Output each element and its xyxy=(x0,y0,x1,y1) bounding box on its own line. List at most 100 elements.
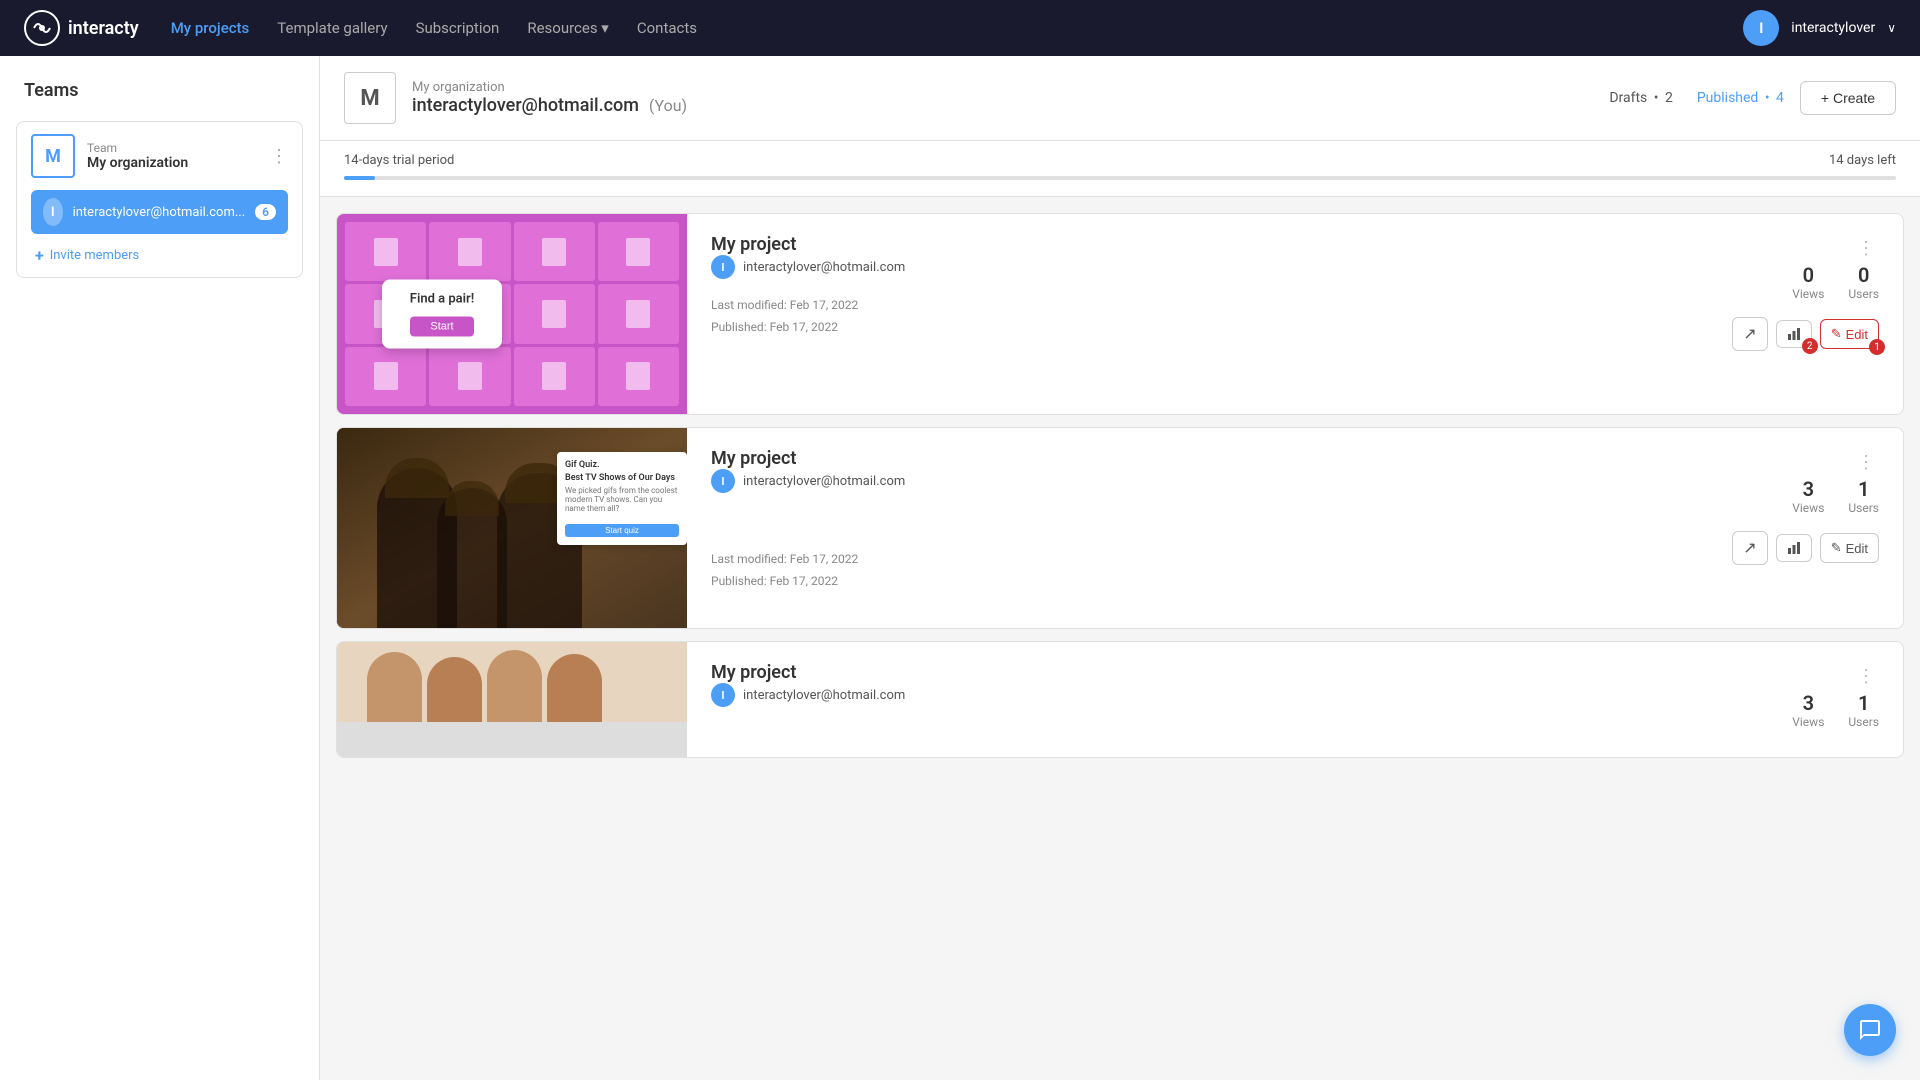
project-title: My project xyxy=(711,662,1792,683)
analytics-button[interactable] xyxy=(1776,534,1812,562)
find-pair-start-button[interactable]: Start xyxy=(410,317,473,337)
project-owner: I interactylover@hotmail.com xyxy=(711,683,1792,707)
last-modified: Last modified: Feb 17, 2022 xyxy=(711,295,1732,317)
published-label: Published xyxy=(1697,90,1758,106)
match-cell xyxy=(514,284,595,343)
owner-email: interactylover@hotmail.com xyxy=(743,688,905,703)
project-card: My project I interactylover@hotmail.com … xyxy=(336,641,1904,758)
views-stat: 3 Views xyxy=(1792,477,1824,515)
gif-quiz-desc: We picked gifs from the coolest modern T… xyxy=(565,486,679,513)
match-game-thumbnail: Find a pair! Start xyxy=(337,214,687,414)
views-value: 3 xyxy=(1792,691,1824,715)
owner-avatar: I xyxy=(711,683,735,707)
project-right: ⋮ 0 Views 0 Users xyxy=(1732,234,1879,351)
nav-template-gallery[interactable]: Template gallery xyxy=(277,19,387,37)
owner-avatar: I xyxy=(711,255,735,279)
team-card: M Team My organization ⋮ I interactylove… xyxy=(16,121,303,278)
project-details: My project I interactylover@hotmail.com … xyxy=(711,234,1732,338)
users-label: Users xyxy=(1848,287,1879,301)
warrior-thumbnail: Gif Quiz. Best TV Shows of Our Days We p… xyxy=(337,428,687,628)
project-actions: ↗ ✎ Edit xyxy=(1732,531,1879,565)
member-row[interactable]: I interactylover@hotmail.com... 6 xyxy=(31,190,288,234)
project-actions: ↗ 2 ✎ Edit xyxy=(1732,317,1879,351)
owner-email: interactylover@hotmail.com xyxy=(743,260,905,275)
stats-row: Drafts • 2 Published • 4 xyxy=(1609,90,1784,106)
project-meta: Last modified: Feb 17, 2022 Published: F… xyxy=(711,549,1732,592)
content-area: M My organization interactylover@hotmail… xyxy=(320,56,1920,1080)
org-email: interactylover@hotmail.com xyxy=(412,95,639,116)
member-email: interactylover@hotmail.com... xyxy=(73,205,246,220)
match-cell xyxy=(345,222,426,281)
trial-label: 14-days trial period xyxy=(344,153,454,168)
views-value: 0 xyxy=(1792,263,1824,287)
trial-days-left: 14 days left xyxy=(1829,153,1896,168)
match-cell xyxy=(514,347,595,406)
project-right: ⋮ 3 Views 1 Users xyxy=(1792,662,1879,737)
org-you-label: (You) xyxy=(649,96,687,115)
users-label: Users xyxy=(1848,715,1879,729)
project-dots-menu[interactable]: ⋮ xyxy=(1853,234,1879,263)
project-title: My project xyxy=(711,448,1732,469)
trial-progress-bar xyxy=(344,176,1896,180)
trial-header: 14-days trial period 14 days left xyxy=(344,153,1896,168)
project-thumbnail-people xyxy=(337,642,687,757)
published-date: Published: Feb 17, 2022 xyxy=(711,571,1732,593)
match-cell xyxy=(429,347,510,406)
main-layout: Teams M Team My organization ⋮ I interac… xyxy=(0,56,1920,1080)
org-header: M My organization interactylover@hotmail… xyxy=(320,56,1920,141)
gif-quiz-start-button[interactable]: Start quiz xyxy=(565,524,679,537)
sidebar-title: Teams xyxy=(16,80,303,101)
published-stat[interactable]: Published • 4 xyxy=(1697,90,1784,106)
published-count: 4 xyxy=(1776,90,1784,106)
user-name: interactylover xyxy=(1791,20,1875,36)
views-value: 3 xyxy=(1792,477,1824,501)
users-stat: 0 Users xyxy=(1848,263,1879,301)
team-avatar[interactable]: M xyxy=(31,134,75,178)
team-dots-menu[interactable]: ⋮ xyxy=(270,146,288,167)
edit-icon: ✎ xyxy=(1831,540,1842,556)
project-card: Gif Quiz. Best TV Shows of Our Days We p… xyxy=(336,427,1904,629)
invite-members-link[interactable]: + Invite members xyxy=(31,246,288,265)
project-dots-menu[interactable]: ⋮ xyxy=(1853,448,1879,477)
invite-label: Invite members xyxy=(50,248,140,263)
analytics-btn-wrapper: 2 xyxy=(1776,320,1812,348)
owner-email: interactylover@hotmail.com xyxy=(743,474,905,489)
views-label: Views xyxy=(1792,501,1824,515)
nav-contacts[interactable]: Contacts xyxy=(637,19,697,37)
chat-button[interactable] xyxy=(1844,1004,1896,1056)
edit-label: Edit xyxy=(1846,327,1868,342)
project-right: ⋮ 3 Views 1 Users xyxy=(1732,448,1879,565)
nav-subscription[interactable]: Subscription xyxy=(416,19,500,37)
chevron-down-icon: ∨ xyxy=(1887,21,1896,35)
external-link-button[interactable]: ↗ xyxy=(1732,531,1767,565)
org-email-row: interactylover@hotmail.com (You) xyxy=(412,95,1593,116)
drafts-label: Drafts xyxy=(1609,90,1647,106)
user-menu[interactable]: I interactylover ∨ xyxy=(1743,10,1896,46)
nav-resources[interactable]: Resources ▾ xyxy=(527,19,609,37)
published-date: Published: Feb 17, 2022 xyxy=(711,317,1732,339)
logo[interactable]: interacty xyxy=(24,10,139,46)
external-link-button[interactable]: ↗ xyxy=(1732,317,1767,351)
org-name: My organization xyxy=(412,80,1593,95)
users-stat: 1 Users xyxy=(1848,477,1879,515)
team-name: My organization xyxy=(87,155,188,171)
nav-links: My projects Template gallery Subscriptio… xyxy=(171,19,697,37)
sidebar: Teams M Team My organization ⋮ I interac… xyxy=(0,56,320,1080)
analytics-badge: 2 xyxy=(1802,338,1818,354)
users-label: Users xyxy=(1848,501,1879,515)
projects-list: Find a pair! Start My project I interact… xyxy=(320,197,1920,786)
gif-quiz-subtitle: Best TV Shows of Our Days xyxy=(565,473,679,483)
project-details: My project I interactylover@hotmail.com … xyxy=(711,448,1732,592)
create-button[interactable]: + Create xyxy=(1800,81,1896,115)
edit-badge: 1 xyxy=(1869,339,1885,355)
gif-quiz-title: Gif Quiz. xyxy=(565,460,679,470)
project-meta: Last modified: Feb 17, 2022 Published: F… xyxy=(711,295,1732,338)
team-info: Team My organization xyxy=(87,141,188,171)
org-avatar: M xyxy=(344,72,396,124)
project-dots-menu[interactable]: ⋮ xyxy=(1853,662,1879,691)
nav-my-projects[interactable]: My projects xyxy=(171,19,250,37)
edit-icon: ✎ xyxy=(1831,326,1842,342)
top-navigation: interacty My projects Template gallery S… xyxy=(0,0,1920,56)
edit-button[interactable]: ✎ Edit xyxy=(1820,533,1879,563)
member-count: 6 xyxy=(255,204,276,220)
